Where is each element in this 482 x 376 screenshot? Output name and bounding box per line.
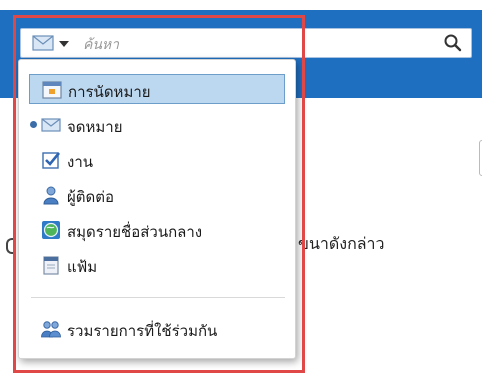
background-text: ขนาดังกล่าว — [298, 234, 385, 253]
menu-item-label: งาน — [67, 153, 94, 171]
menu-item-label: ผู้ติดต่อ — [67, 188, 115, 206]
search-icon[interactable] — [443, 33, 463, 53]
background-glyph — [6, 238, 16, 254]
menu-item-shared-items[interactable]: รวมรายการที่ใช้ร่วมกัน — [29, 314, 285, 344]
mail-icon — [41, 118, 61, 132]
search-input[interactable]: ค้นหา — [83, 34, 119, 56]
menu-item-tasks[interactable]: งาน — [29, 145, 285, 175]
search-scope-menu: การนัดหมาย จดหมาย งาน ผู้ติดต่อ สมุดรายช… — [18, 59, 296, 359]
menu-item-contacts[interactable]: ผู้ติดต่อ — [29, 180, 285, 210]
menu-item-global-address-book[interactable]: สมุดรายชื่อส่วนกลาง — [29, 215, 285, 245]
menu-item-label: แฟ้ม — [67, 258, 98, 276]
header-top-strip — [0, 0, 482, 10]
menu-item-folders[interactable]: แฟ้ม — [29, 250, 285, 280]
menu-item-label: จดหมาย — [67, 118, 123, 136]
mail-icon[interactable] — [32, 35, 54, 51]
search-scope-dropdown-caret[interactable] — [59, 41, 69, 47]
folder-icon — [43, 256, 59, 275]
contact-person-icon — [43, 186, 59, 205]
menu-separator — [31, 297, 285, 298]
menu-item-label: สมุดรายชื่อส่วนกลาง — [67, 223, 203, 241]
search-bar[interactable]: ค้นหา — [20, 28, 472, 58]
calendar-icon — [42, 81, 62, 99]
menu-item-appointments[interactable]: การนัดหมาย — [29, 74, 285, 104]
menu-item-label: รวมรายการที่ใช้ร่วมกัน — [67, 322, 218, 340]
task-checkbox-icon — [42, 152, 61, 169]
shared-people-icon — [41, 321, 61, 338]
current-scope-indicator — [30, 121, 37, 128]
global-address-book-icon — [42, 221, 60, 239]
menu-item-label: การนัดหมาย — [68, 83, 151, 101]
menu-item-mail[interactable]: จดหมาย — [29, 110, 285, 140]
